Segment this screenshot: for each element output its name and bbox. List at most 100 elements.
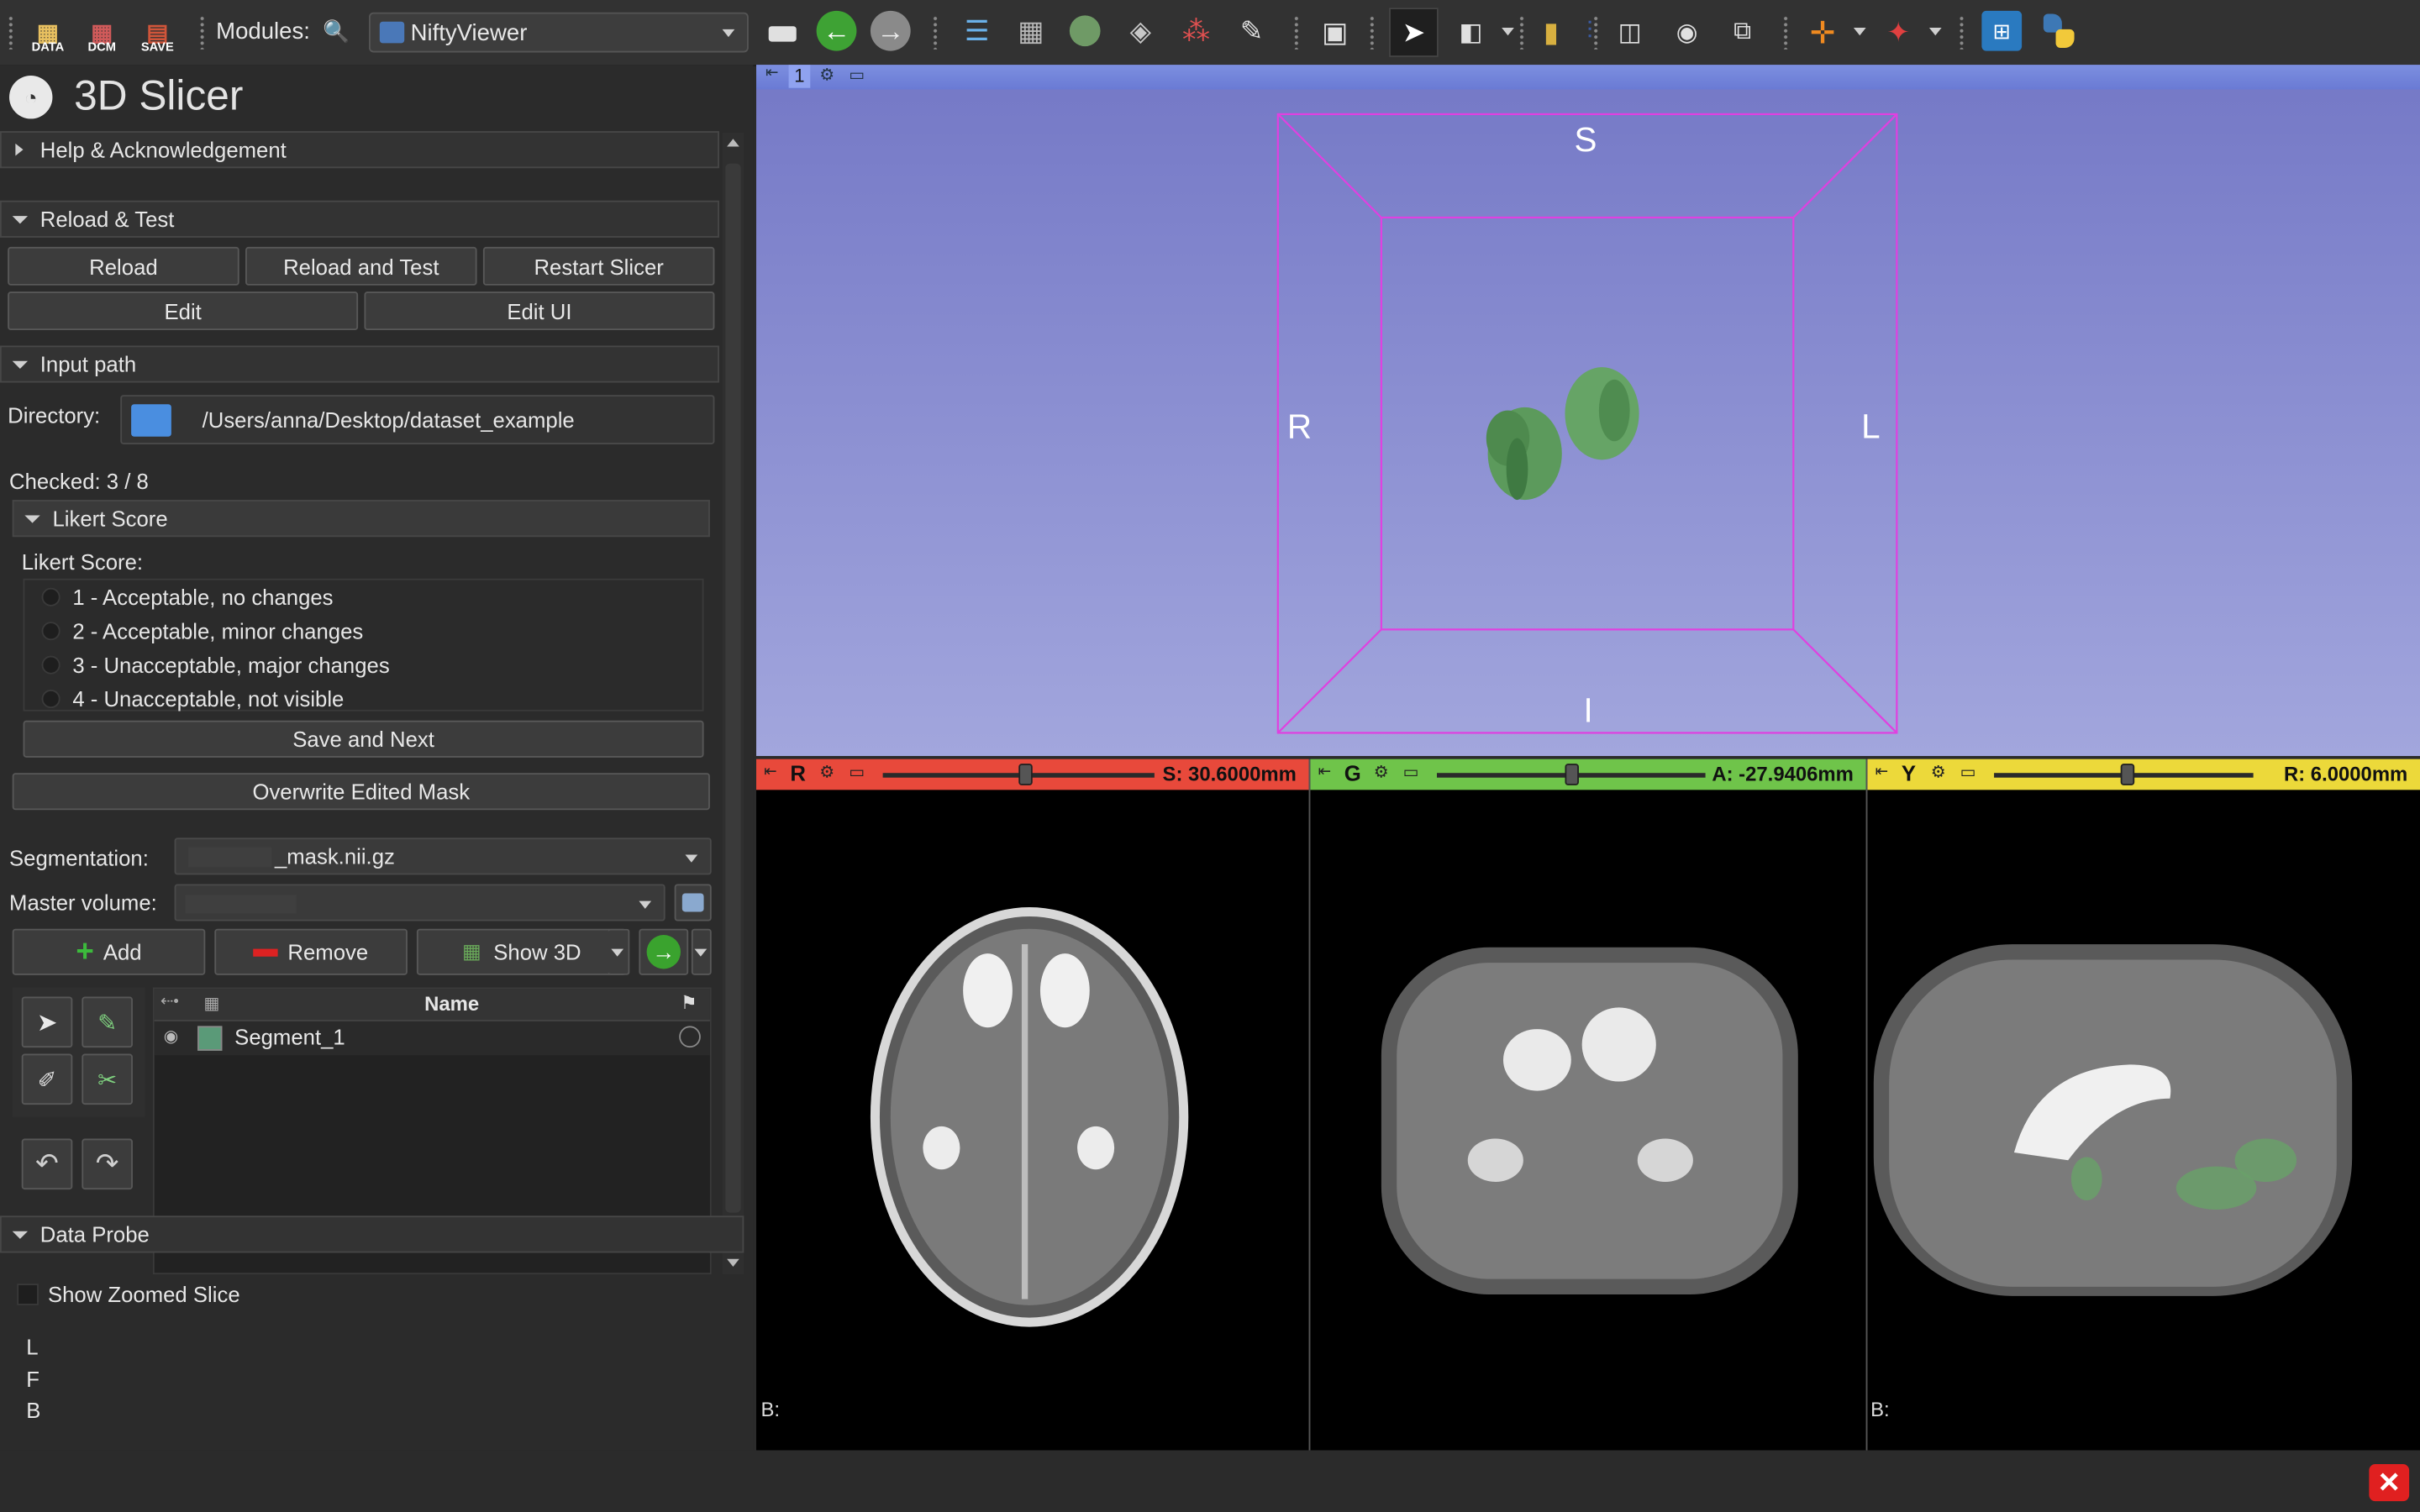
- flag-icon[interactable]: ⚑: [681, 992, 697, 1014]
- yellow-slice-slider-handle[interactable]: [2120, 764, 2134, 785]
- chevron-down-icon[interactable]: [1853, 28, 1866, 36]
- green-slice-slider-handle[interactable]: [1565, 764, 1579, 785]
- section-reload-test[interactable]: Reload & Test: [0, 200, 719, 238]
- table-row[interactable]: ◉ Segment_1: [154, 1021, 710, 1056]
- likert-option-1[interactable]: 1 - Acceptable, no changes: [72, 585, 333, 609]
- python-console-icon[interactable]: [2037, 9, 2080, 52]
- segment-editor-icon[interactable]: ✎: [1234, 13, 1270, 50]
- load-data-button[interactable]: ▦ DATA: [24, 9, 71, 55]
- save-and-next-button[interactable]: Save and Next: [23, 720, 704, 758]
- chevron-down-icon[interactable]: [1928, 28, 1942, 36]
- mouse-pointer-icon[interactable]: ➤: [1389, 8, 1439, 57]
- back-arrow-icon[interactable]: ←: [816, 10, 857, 51]
- undo-icon[interactable]: ↶: [21, 1138, 73, 1190]
- section-likert[interactable]: Likert Score: [12, 500, 710, 538]
- link-icon[interactable]: ⚙: [1374, 762, 1389, 782]
- likert-option-4[interactable]: 4 - Unacceptable, not visible: [72, 686, 344, 711]
- likert-radio-2[interactable]: [41, 622, 60, 641]
- likert-option-2[interactable]: 2 - Acceptable, minor changes: [72, 619, 363, 643]
- master-volume-selector[interactable]: [174, 884, 666, 921]
- toolbar-grip[interactable]: [932, 15, 939, 50]
- eye-icon[interactable]: ◉: [164, 1026, 179, 1046]
- segment-status-icon[interactable]: [679, 1026, 701, 1048]
- camera-icon[interactable]: ◉: [1667, 13, 1707, 53]
- maximize-view-icon[interactable]: ▭: [1960, 762, 1976, 782]
- module-search-icon[interactable]: 🔍: [321, 15, 352, 46]
- section-help[interactable]: Help & Acknowledgement: [0, 131, 719, 169]
- show-zoomed-label[interactable]: Show Zoomed Slice: [48, 1282, 240, 1306]
- link-icon[interactable]: ⚙: [1931, 762, 1946, 782]
- master-volume-settings-button[interactable]: [674, 884, 712, 921]
- segment-color-swatch[interactable]: [197, 1026, 223, 1051]
- paint-icon[interactable]: ✎: [82, 996, 133, 1048]
- toolbar-grip[interactable]: [1518, 15, 1525, 50]
- maximize-view-icon[interactable]: ▭: [1403, 762, 1419, 782]
- add-segment-button[interactable]: + Add: [12, 928, 206, 975]
- likert-radio-3[interactable]: [41, 655, 60, 675]
- 3d-view[interactable]: ⇤ 1 ⚙ ▭ S R L I: [756, 65, 2420, 757]
- models-module-icon[interactable]: [1066, 13, 1103, 50]
- toolbar-grip[interactable]: [198, 15, 206, 50]
- toolbar-grip[interactable]: [1369, 15, 1376, 50]
- green-slice-view[interactable]: [1310, 790, 1866, 1451]
- close-icon[interactable]: ✕: [2369, 1464, 2410, 1502]
- show-zoomed-checkbox[interactable]: [17, 1284, 39, 1305]
- fiducial-placement-icon[interactable]: ✦: [1878, 13, 1918, 53]
- select-pointer-icon[interactable]: ➤: [21, 996, 73, 1048]
- module-selector[interactable]: NiftyViewer: [368, 12, 749, 53]
- section-input-path[interactable]: Input path: [0, 345, 719, 383]
- scroll-up-icon[interactable]: [727, 139, 739, 147]
- pin-icon[interactable]: ⇤: [1318, 764, 1331, 780]
- toolbar-grip[interactable]: [8, 15, 14, 50]
- reload-button[interactable]: Reload: [8, 246, 239, 286]
- extensions-icon[interactable]: ⧉: [1721, 13, 1764, 53]
- crosshair-icon[interactable]: ✛: [1802, 13, 1843, 53]
- extension-manager-icon[interactable]: ⊞: [1981, 10, 2023, 51]
- segment-3d-model[interactable]: [1486, 367, 1639, 501]
- draw-icon[interactable]: ✐: [21, 1053, 73, 1105]
- overwrite-mask-button[interactable]: Overwrite Edited Mask: [12, 773, 710, 811]
- edit-button[interactable]: Edit: [8, 291, 359, 331]
- segmentation-selector[interactable]: _mask.nii.gz: [174, 837, 712, 875]
- show-3d-options[interactable]: [608, 928, 630, 975]
- erase-icon[interactable]: ✂: [82, 1053, 133, 1105]
- remove-segment-button[interactable]: Remove: [214, 928, 408, 975]
- pin-icon[interactable]: ⇤: [1876, 764, 1888, 780]
- forward-arrow-icon[interactable]: →: [870, 10, 911, 51]
- window-level-icon[interactable]: ◧: [1451, 13, 1491, 53]
- likert-radio-4[interactable]: [41, 690, 60, 709]
- scroll-thumb[interactable]: [725, 163, 741, 1213]
- redo-icon[interactable]: ↷: [82, 1138, 133, 1190]
- transforms-module-icon[interactable]: ◈: [1122, 13, 1159, 50]
- scroll-down-icon[interactable]: [727, 1258, 739, 1267]
- toolbar-grip[interactable]: [1782, 15, 1789, 50]
- edit-ui-button[interactable]: Edit UI: [364, 291, 715, 331]
- segment-editor-go-button[interactable]: →: [639, 928, 689, 975]
- directory-button[interactable]: /Users/anna/Desktop/dataset_example: [120, 395, 715, 444]
- restart-slicer-button[interactable]: Restart Slicer: [482, 246, 715, 286]
- maximize-view-icon[interactable]: ▭: [849, 762, 865, 782]
- segment-name[interactable]: Segment_1: [234, 1025, 345, 1049]
- section-data-probe[interactable]: Data Probe: [0, 1215, 744, 1253]
- volumes-module-icon[interactable]: ▦: [1013, 13, 1050, 50]
- yellow-slice-view[interactable]: B:: [1867, 790, 2420, 1451]
- pin-icon[interactable]: ⇤: [764, 764, 776, 780]
- red-slice-slider-handle[interactable]: [1018, 764, 1032, 785]
- save-button[interactable]: ▤ SAVE: [134, 9, 181, 55]
- show-3d-button[interactable]: ▦ Show 3D: [416, 928, 627, 975]
- module-history-button[interactable]: [762, 18, 802, 50]
- ruler-icon[interactable]: ▮: [1531, 13, 1571, 53]
- layout-icon[interactable]: ▣: [1315, 13, 1355, 53]
- color-column-icon[interactable]: ▦: [203, 994, 219, 1014]
- screenshot-icon[interactable]: ◫: [1610, 13, 1650, 53]
- name-column-header[interactable]: Name: [424, 992, 479, 1016]
- panel-scrollbar[interactable]: [722, 132, 744, 1275]
- toolbar-grip[interactable]: [1958, 15, 1965, 50]
- visibility-column-icon[interactable]: ⇠•: [160, 994, 179, 1011]
- red-slice-view[interactable]: B:: [756, 790, 1309, 1451]
- likert-radio-1[interactable]: [41, 587, 60, 606]
- markups-module-icon[interactable]: ⁂: [1177, 13, 1214, 50]
- markup-list-icon[interactable]: ⫶: [1574, 13, 1605, 53]
- toolbar-grip[interactable]: [1592, 15, 1599, 50]
- reload-and-test-button[interactable]: Reload and Test: [245, 246, 477, 286]
